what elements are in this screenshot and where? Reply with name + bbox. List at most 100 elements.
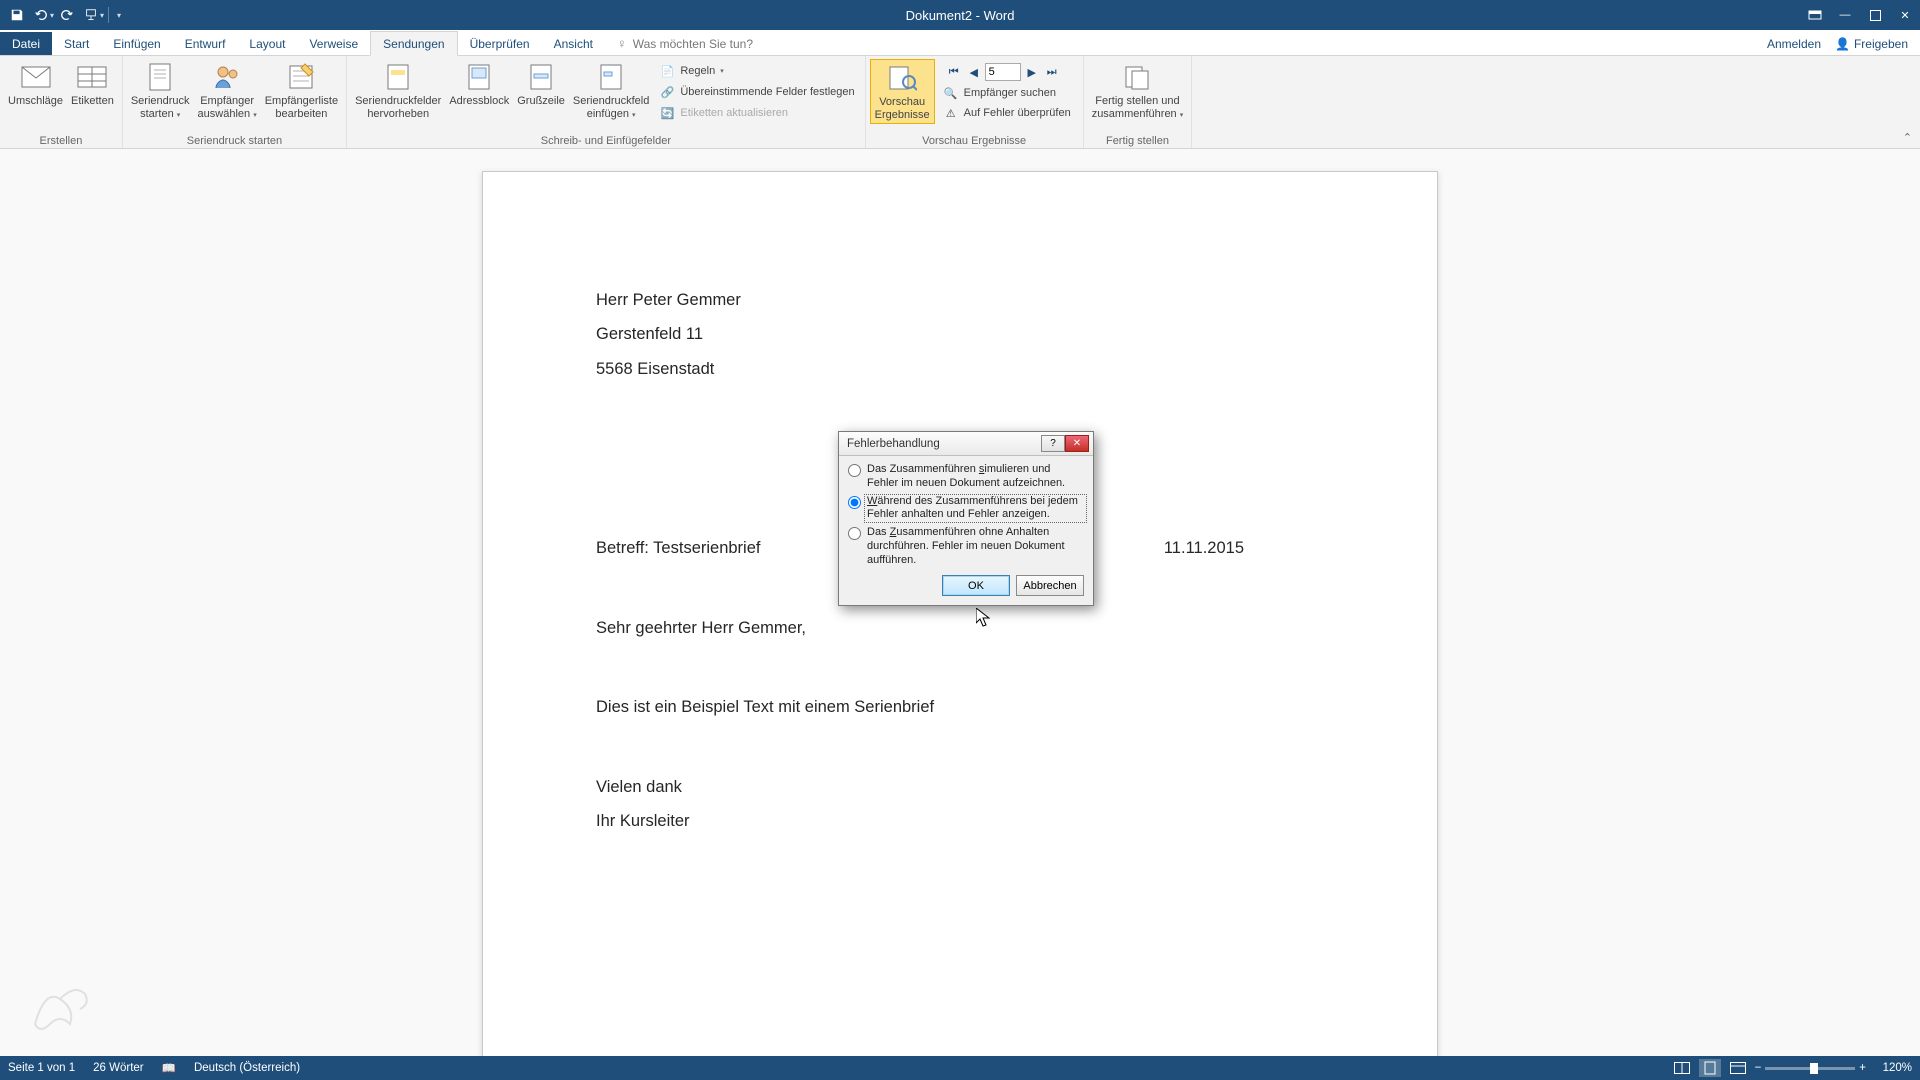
error-handling-dialog: Fehlerbehandlung ? ✕ Das Zusammenführen …: [838, 431, 1094, 606]
tab-mailings[interactable]: Sendungen: [370, 31, 457, 56]
option-simulate[interactable]: Das Zusammenführen simulieren und Fehler…: [848, 463, 1084, 491]
document-merge-icon: [144, 61, 176, 93]
preview-icon: [886, 62, 918, 94]
check-errors-icon: ⚠: [943, 105, 959, 121]
salutation-line: Sehr geehrter Herr Gemmer,: [596, 618, 1324, 639]
option-complete-label: Das Zusammenführen ohne Anhalten durchfü…: [867, 526, 1084, 567]
collapse-ribbon-icon[interactable]: ⌃: [1903, 131, 1912, 144]
dialog-title: Fehlerbehandlung: [847, 438, 940, 450]
share-link[interactable]: 👤Freigeben: [1835, 37, 1908, 51]
address-block-button[interactable]: Adressblock: [445, 59, 513, 110]
group-write-insert-label: Schreib- und Einfügefelder: [347, 133, 865, 148]
option-simulate-radio[interactable]: [848, 464, 861, 477]
match-fields-button[interactable]: 🔗Übereinstimmende Felder festlegen: [657, 82, 856, 102]
group-create-label: Erstellen: [0, 133, 122, 148]
qat-more-icon[interactable]: ▾: [117, 11, 121, 20]
window-controls: — ✕: [1800, 0, 1920, 30]
page-indicator[interactable]: Seite 1 von 1: [8, 1062, 75, 1074]
highlight-fields-icon: [382, 61, 414, 93]
first-record-button[interactable]: ⏮: [945, 63, 963, 81]
search-icon: 🔍: [943, 85, 959, 101]
qat-separator: [108, 7, 109, 23]
zoom-in-button[interactable]: +: [1859, 1062, 1866, 1074]
zoom-thumb[interactable]: [1810, 1063, 1818, 1074]
tab-view[interactable]: Ansicht: [542, 32, 605, 55]
redo-icon[interactable]: [56, 4, 78, 26]
finish-icon: [1121, 61, 1153, 93]
maximize-button[interactable]: [1860, 0, 1890, 30]
ok-button[interactable]: OK: [942, 575, 1010, 596]
cancel-button[interactable]: Abbrechen: [1016, 575, 1084, 596]
zoom-slider[interactable]: − +: [1755, 1062, 1866, 1074]
signin-link[interactable]: Anmelden: [1767, 37, 1821, 51]
finish-merge-button[interactable]: Fertig stellen undzusammenführen ▾: [1088, 59, 1188, 122]
last-record-button[interactable]: ⏭: [1043, 63, 1061, 81]
zoom-track[interactable]: [1765, 1067, 1855, 1070]
undo-dropdown-icon[interactable]: ▾: [50, 11, 54, 20]
preview-results-button[interactable]: VorschauErgebnisse: [870, 59, 935, 124]
record-navigation: ⏮ ◀ ▶ ⏭: [941, 61, 1073, 83]
proofing-icon[interactable]: 📖: [162, 1061, 176, 1075]
next-record-button[interactable]: ▶: [1023, 63, 1041, 81]
group-start-merge: Seriendruckstarten ▾ Empfängerauswählen …: [123, 56, 347, 148]
labels-button[interactable]: Etiketten: [67, 59, 118, 110]
tab-start[interactable]: Start: [52, 32, 101, 55]
highlight-merge-fields-button[interactable]: Seriendruckfelderhervorheben: [351, 59, 445, 122]
undo-icon[interactable]: [30, 4, 52, 26]
tab-references[interactable]: Verweise: [297, 32, 370, 55]
date-line: 11.11.2015: [1164, 538, 1244, 559]
option-complete[interactable]: Das Zusammenführen ohne Anhalten durchfü…: [848, 526, 1084, 567]
group-create: Umschläge Etiketten Erstellen: [0, 56, 123, 148]
group-finish-label: Fertig stellen: [1084, 133, 1192, 148]
qat-customize-icon[interactable]: ▾: [100, 11, 104, 20]
statusbar: Seite 1 von 1 26 Wörter 📖 Deutsch (Öster…: [0, 1056, 1920, 1080]
greeting-line-button[interactable]: Grußzeile: [513, 59, 569, 110]
tab-layout[interactable]: Layout: [237, 32, 297, 55]
prev-record-button[interactable]: ◀: [965, 63, 983, 81]
watermark-logo: [20, 969, 100, 1044]
tab-review[interactable]: Überprüfen: [458, 32, 542, 55]
tab-insert[interactable]: Einfügen: [101, 32, 172, 55]
insert-merge-field-button[interactable]: Seriendruckfeldeinfügen ▾: [569, 59, 653, 122]
read-mode-button[interactable]: [1671, 1059, 1693, 1077]
check-errors-button[interactable]: ⚠Auf Fehler überprüfen: [941, 103, 1073, 123]
option-pause-radio[interactable]: [848, 496, 861, 509]
edit-list-icon: [285, 61, 317, 93]
dialog-help-button[interactable]: ?: [1041, 435, 1065, 452]
record-number-input[interactable]: [985, 63, 1021, 81]
ribbon-options-icon[interactable]: [1800, 0, 1830, 30]
find-recipient-button[interactable]: 🔍Empfänger suchen: [941, 83, 1073, 103]
lightbulb-icon: ♀: [617, 36, 627, 51]
envelopes-button[interactable]: Umschläge: [4, 59, 67, 110]
zoom-out-button[interactable]: −: [1755, 1062, 1762, 1074]
greeting-icon: [525, 61, 557, 93]
dialog-titlebar[interactable]: Fehlerbehandlung ? ✕: [839, 432, 1093, 456]
rules-icon: 📄: [659, 63, 675, 79]
minimize-button[interactable]: —: [1830, 0, 1860, 30]
select-recipients-button[interactable]: Empfängerauswählen ▾: [194, 59, 261, 122]
document-page: Herr Peter Gemmer Gerstenfeld 11 5568 Ei…: [482, 171, 1438, 1056]
rules-button[interactable]: 📄Regeln ▾: [657, 61, 856, 81]
touch-mode-icon[interactable]: [80, 4, 102, 26]
option-pause[interactable]: Während des Zusammenführens bei jedem Fe…: [848, 495, 1084, 523]
option-complete-radio[interactable]: [848, 527, 861, 540]
web-layout-button[interactable]: [1727, 1059, 1749, 1077]
tab-file[interactable]: Datei: [0, 32, 52, 55]
envelope-icon: [20, 61, 52, 93]
tell-me-search[interactable]: ♀ Was möchten Sie tun?: [617, 36, 753, 55]
print-layout-button[interactable]: [1699, 1059, 1721, 1077]
tab-design[interactable]: Entwurf: [173, 32, 238, 55]
word-count[interactable]: 26 Wörter: [93, 1062, 144, 1074]
start-merge-button[interactable]: Seriendruckstarten ▾: [127, 59, 194, 122]
menubar-right: Anmelden 👤Freigeben: [1767, 37, 1920, 55]
close-button[interactable]: ✕: [1890, 0, 1920, 30]
address-line-2: Gerstenfeld 11: [596, 324, 1324, 345]
dialog-close-button[interactable]: ✕: [1065, 435, 1089, 452]
save-icon[interactable]: [6, 4, 28, 26]
address-block-icon: [463, 61, 495, 93]
titlebar: ▾ ▾ ▾ Dokument2 - Word — ✕: [0, 0, 1920, 30]
zoom-value[interactable]: 120%: [1872, 1062, 1912, 1074]
window-title: Dokument2 - Word: [906, 8, 1015, 23]
edit-recipient-list-button[interactable]: Empfängerlistebearbeiten: [261, 59, 342, 122]
language-indicator[interactable]: Deutsch (Österreich): [194, 1062, 300, 1074]
